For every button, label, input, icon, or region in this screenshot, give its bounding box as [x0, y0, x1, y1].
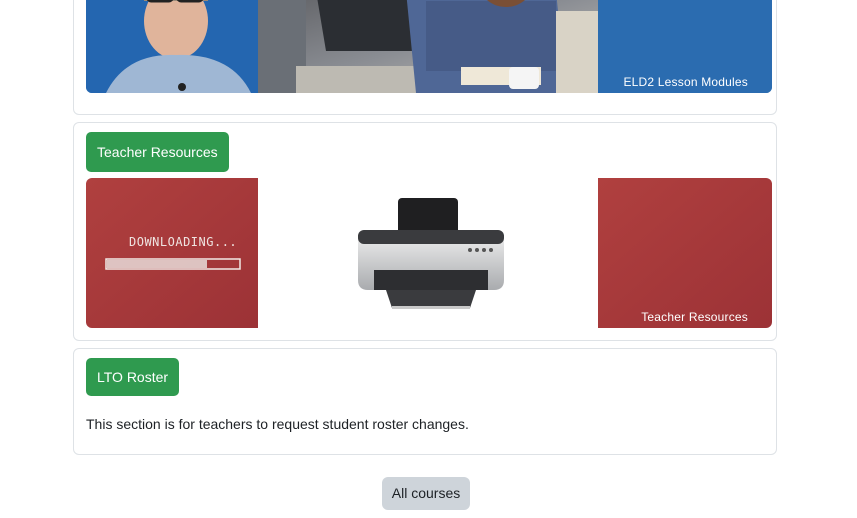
all-courses-button[interactable]: All courses — [382, 477, 470, 510]
teacher-resources-button[interactable]: Teacher Resources — [86, 132, 229, 172]
lto-roster-button[interactable]: LTO Roster — [86, 358, 180, 396]
lto-roster-card: LTO Roster This section is for teachers … — [73, 348, 777, 455]
downloading-chalk-text: DOWNLOADING... — [129, 235, 238, 249]
eld-banner-image[interactable]: ELD2 Lesson Modules — [86, 0, 772, 93]
teacher-resources-banner-caption: Teacher Resources — [641, 310, 748, 324]
teacher-resources-card: Teacher Resources DOWNLOADING... Teacher… — [73, 122, 777, 341]
teacher-resources-banner-image[interactable]: DOWNLOADING... Teacher Resources — [86, 178, 772, 328]
eld-banner-caption: ELD2 Lesson Modules — [623, 75, 748, 89]
lto-roster-description: This section is for teachers to request … — [86, 416, 469, 432]
course-page: ELD2 Lesson Modules Teacher Resources DO… — [0, 0, 857, 518]
teacher-resources-banner-graphic — [86, 178, 772, 328]
eld-section-card: ELD2 Lesson Modules — [73, 0, 777, 115]
